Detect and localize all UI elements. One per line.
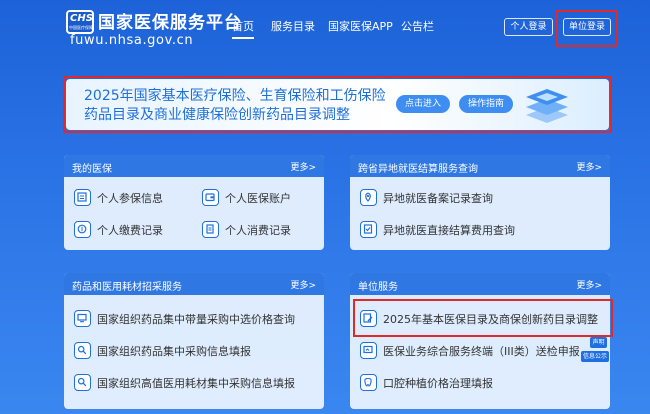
item-label: 口腔种植价格治理填报 bbox=[383, 377, 493, 390]
wallet-icon bbox=[202, 189, 219, 206]
statement-badge[interactable]: 声明 bbox=[590, 337, 607, 348]
search-document-icon bbox=[74, 342, 91, 359]
info-disclosure-badge[interactable]: 信息公示 bbox=[581, 351, 609, 362]
monitor-icon bbox=[74, 310, 91, 327]
panel-title: 单位服务 bbox=[358, 282, 398, 293]
checklist-icon bbox=[360, 221, 377, 238]
tooth-icon bbox=[360, 374, 377, 391]
item-label: 2025年基本医保目录及商保创新药目录调整 bbox=[383, 313, 598, 326]
banner-line2: 药品目录及商业健康保险创新药品目录调整 bbox=[84, 107, 350, 123]
more-link[interactable]: 更多> bbox=[290, 278, 316, 291]
panel-cross-region: 跨省异地就医结算服务查询 更多> 异地就医备案记录查询 异地就医直接结算费用查询 bbox=[350, 155, 610, 250]
search-document-icon bbox=[74, 374, 91, 391]
receipt-icon bbox=[202, 221, 219, 238]
document-edit-icon bbox=[360, 310, 377, 327]
nav-app[interactable]: 国家医保APP bbox=[328, 18, 393, 34]
unit-login-button[interactable]: 单位登录 bbox=[563, 18, 611, 36]
chs-logo[interactable]: CHS 中国医疗保障 bbox=[66, 10, 94, 34]
nav-service-catalog[interactable]: 服务目录 bbox=[271, 18, 315, 34]
location-icon bbox=[360, 189, 377, 206]
catalog-adjustment-banner[interactable]: 2025年国家基本医疗保险、生育保险和工伤保险 药品目录及商业健康保险创新药品目… bbox=[66, 79, 609, 130]
header: CHS 中国医疗保障 国家医保服务平台 fuwu.nhsa.gov.cn 首页 … bbox=[0, 0, 650, 64]
banner-line1: 2025年国家基本医疗保险、生育保险和工伤保险 bbox=[84, 88, 386, 104]
item-label: 个人参保信息 bbox=[97, 192, 163, 205]
panel-header: 我的医保 更多> bbox=[64, 155, 324, 177]
more-link[interactable]: 更多> bbox=[576, 278, 602, 291]
layers-icon bbox=[526, 89, 568, 123]
item-label: 异地就医备案记录查询 bbox=[383, 192, 493, 205]
document-icon bbox=[74, 189, 91, 206]
item-label: 个人医保账户 bbox=[225, 192, 291, 205]
item-label: 医保业务综合服务终端（III类）送检申报 bbox=[383, 345, 580, 358]
panel-title: 跨省异地就医结算服务查询 bbox=[358, 164, 478, 175]
site-title[interactable]: 国家医保服务平台 bbox=[98, 8, 242, 33]
coin-icon bbox=[74, 221, 91, 238]
panel-procurement: 药品和医用耗材招采服务 更多> 国家组织药品集中带量采购中选价格查询 国家组织药… bbox=[64, 273, 324, 409]
panel-header: 单位服务 更多> bbox=[350, 273, 610, 295]
nav-bulletin[interactable]: 公告栏 bbox=[401, 18, 434, 34]
item-label: 异地就医直接结算费用查询 bbox=[383, 224, 515, 237]
panel-header: 药品和医用耗材招采服务 更多> bbox=[64, 273, 324, 295]
panel-my-insurance: 我的医保 更多> 个人参保信息 个人医保账户 个人缴费记录 个人消费记录 bbox=[64, 155, 324, 250]
logo-subtext: 中国医疗保障 bbox=[69, 25, 93, 30]
panel-unit-services: 单位服务 更多> 2025年基本医保目录及商保创新药目录调整 医保业务综合服务终… bbox=[350, 273, 610, 409]
panel-title: 我的医保 bbox=[72, 164, 112, 175]
item-label: 国家组织高值医用耗材集中采购信息填报 bbox=[97, 377, 295, 390]
logo-text: CHS bbox=[70, 13, 93, 24]
item-label: 国家组织药品集中带量采购中选价格查询 bbox=[97, 313, 295, 326]
item-label: 个人缴费记录 bbox=[97, 224, 163, 237]
site-domain: fuwu.nhsa.gov.cn bbox=[70, 33, 194, 48]
item-label: 个人消费记录 bbox=[225, 224, 291, 237]
item-label: 国家组织药品集中采购信息填报 bbox=[97, 345, 251, 358]
more-link[interactable]: 更多> bbox=[290, 160, 316, 173]
banner-enter-button[interactable]: 点击进入 bbox=[396, 95, 450, 113]
panel-title: 药品和医用耗材招采服务 bbox=[72, 282, 182, 293]
nav-home[interactable]: 首页 bbox=[232, 18, 254, 39]
terminal-icon bbox=[360, 342, 377, 359]
personal-login-button[interactable]: 个人登录 bbox=[504, 18, 553, 36]
banner-guide-button[interactable]: 操作指南 bbox=[459, 95, 513, 113]
panel-header: 跨省异地就医结算服务查询 更多> bbox=[350, 155, 610, 177]
more-link[interactable]: 更多> bbox=[576, 160, 602, 173]
